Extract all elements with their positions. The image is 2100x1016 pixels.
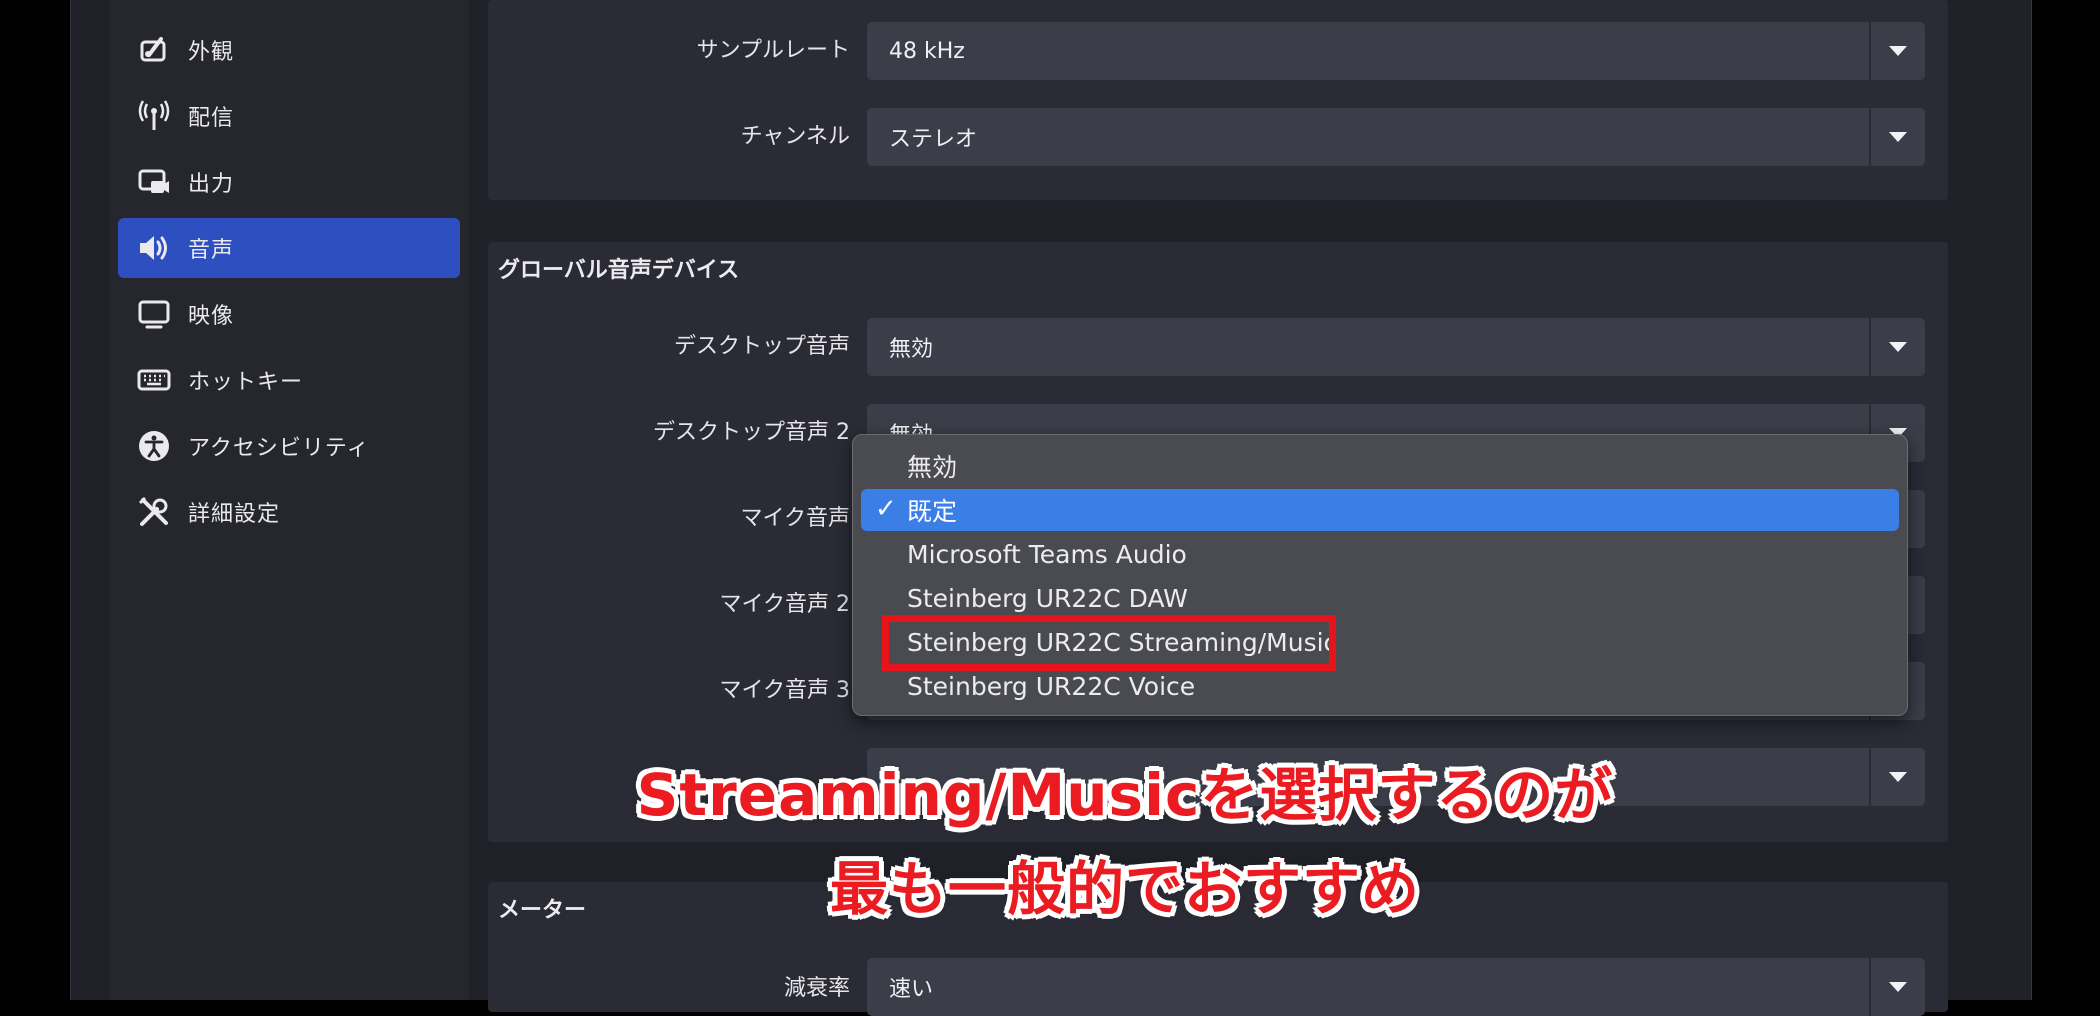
device-dropdown-menu: 無効 ✓ 既定 Microsoft Teams Audio Steinberg … — [852, 434, 1908, 716]
channels-select[interactable]: ステレオ — [867, 108, 1925, 166]
sidebar-item-label: アクセシビリティ — [188, 436, 370, 461]
group-title: グローバル音声デバイス — [498, 258, 740, 283]
broadcast-icon — [136, 98, 172, 134]
menu-item-label: Steinberg UR22C Voice — [907, 671, 1196, 701]
menu-item-disabled[interactable]: 無効 — [861, 445, 1899, 487]
annotation-caption-line2: 最も一般的でおすすめ — [829, 855, 1420, 923]
chevron-down-icon[interactable] — [1871, 318, 1925, 376]
monitor-icon — [136, 296, 172, 332]
sidebar-item-hotkeys[interactable]: ホットキー — [118, 350, 460, 410]
desktop-audio-label: デスクトップ音声 — [673, 334, 850, 359]
highlight-box — [882, 615, 1336, 671]
mic-audio-3-label: マイク音声 3 — [719, 678, 850, 703]
combo-value: ステレオ — [889, 127, 978, 152]
decay-rate-label: 減衰率 — [783, 976, 850, 1001]
annotation-caption-line1: Streaming/Musicを選択するのが — [636, 761, 1614, 829]
keyboard-icon — [136, 362, 172, 398]
sidebar-item-video[interactable]: 映像 — [118, 284, 460, 344]
checkmark-icon: ✓ — [875, 494, 897, 524]
mic-audio-label: マイク音声 — [740, 506, 850, 531]
sidebar-item-audio[interactable]: 音声 — [118, 218, 460, 278]
sidebar-item-label: ホットキー — [188, 370, 304, 395]
menu-item-label: Microsoft Teams Audio — [907, 539, 1187, 569]
desktop-audio-select[interactable]: 無効 — [867, 318, 1925, 376]
sidebar-item-advanced[interactable]: 詳細設定 — [118, 482, 460, 542]
menu-item-teams-audio[interactable]: Microsoft Teams Audio — [861, 533, 1899, 575]
combo-value: 速い — [889, 977, 934, 1002]
menu-item-default[interactable]: ✓ 既定 — [861, 489, 1899, 531]
chevron-down-icon[interactable] — [1871, 108, 1925, 166]
combo-value: 無効 — [889, 337, 934, 362]
sidebar-item-accessibility[interactable]: アクセシビリティ — [118, 416, 460, 476]
sample-rate-label: サンプルレート — [696, 38, 850, 63]
sidebar-item-label: 出力 — [188, 172, 235, 197]
chevron-down-icon[interactable] — [1871, 958, 1925, 1016]
menu-item-label: Steinberg UR22C DAW — [907, 583, 1188, 613]
sidebar-item-broadcast[interactable]: 配信 — [118, 86, 460, 146]
tools-icon — [136, 494, 172, 530]
decay-rate-select[interactable]: 速い — [867, 958, 1925, 1016]
sample-rate-select[interactable]: 48 kHz — [867, 22, 1925, 80]
output-icon — [136, 164, 172, 200]
sidebar-item-label: 詳細設定 — [188, 502, 281, 527]
menu-item-ur22c-daw[interactable]: Steinberg UR22C DAW — [861, 577, 1899, 619]
channels-label: チャンネル — [740, 124, 850, 149]
sidebar-item-label: 外観 — [188, 40, 235, 65]
sidebar-item-label: 音声 — [188, 238, 235, 263]
menu-item-label: 無効 — [907, 453, 958, 482]
sidebar-item-label: 配信 — [188, 106, 235, 131]
speaker-icon — [136, 230, 172, 266]
sidebar-item-label: 映像 — [188, 304, 235, 329]
combo-value: 48 kHz — [889, 38, 965, 64]
mic-audio-2-label: マイク音声 2 — [719, 592, 850, 617]
chevron-down-icon[interactable] — [1871, 22, 1925, 80]
menu-item-label: 既定 — [907, 497, 958, 526]
accessibility-icon — [136, 428, 172, 464]
desktop-audio-2-label: デスクトップ音声 2 — [653, 420, 850, 445]
menu-item-ur22c-voice[interactable]: Steinberg UR22C Voice — [861, 665, 1899, 707]
appearance-icon — [136, 32, 172, 68]
sidebar-item-output[interactable]: 出力 — [118, 152, 460, 212]
sidebar-item-appearance[interactable]: 外観 — [118, 20, 460, 80]
